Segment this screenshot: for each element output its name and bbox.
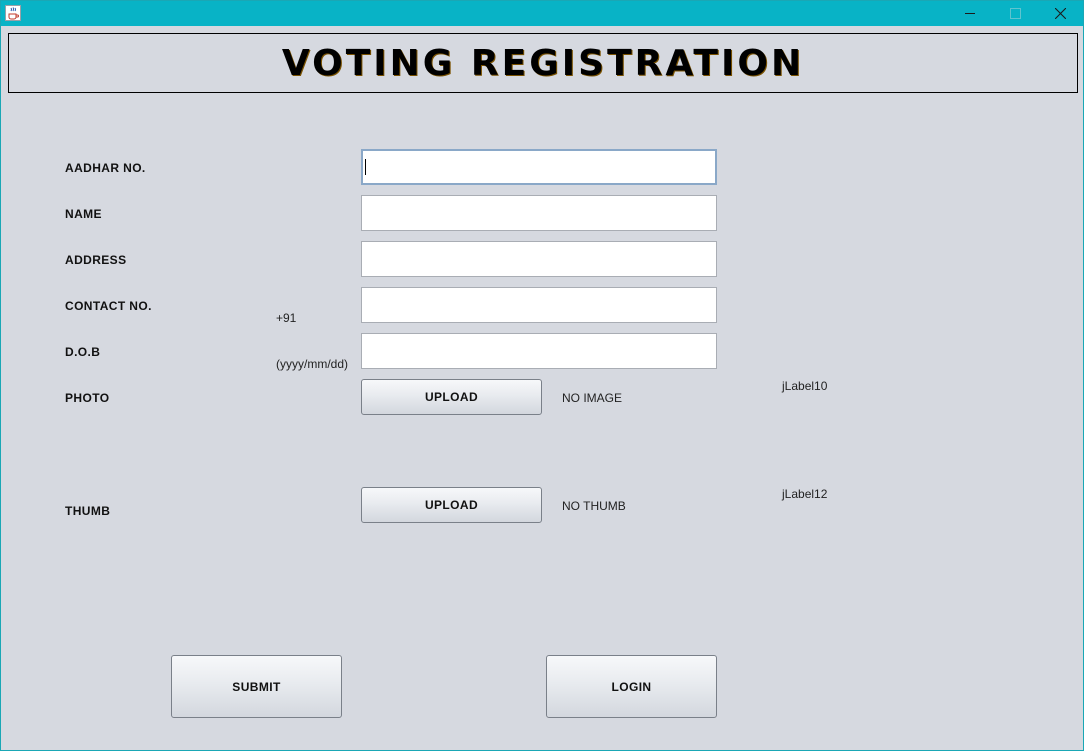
maximize-icon [1010, 8, 1021, 19]
login-button[interactable]: LOGIN [546, 655, 717, 718]
submit-button[interactable]: SUBMIT [171, 655, 342, 718]
title-bar[interactable] [1, 1, 1083, 26]
thumb-label: THUMB [65, 504, 111, 518]
maximize-button[interactable] [992, 1, 1038, 26]
text-caret [365, 159, 366, 175]
address-label: ADDRESS [65, 253, 127, 267]
registration-window: VOTING REGISTRATION AADHAR NO. NAME ADDR… [0, 0, 1084, 751]
close-button[interactable] [1037, 1, 1083, 26]
thumb-status: NO THUMB [562, 499, 626, 513]
photo-preview-label: jLabel10 [782, 379, 828, 393]
name-input[interactable] [361, 195, 717, 231]
aadhar-input[interactable] [361, 149, 717, 185]
header-panel: VOTING REGISTRATION [8, 33, 1078, 93]
java-coffee-cup-icon[interactable] [5, 5, 21, 21]
photo-upload-button[interactable]: UPLOAD [361, 379, 542, 415]
address-input[interactable] [361, 241, 717, 277]
photo-label: PHOTO [65, 391, 110, 405]
minimize-icon [965, 13, 975, 14]
aadhar-label: AADHAR NO. [65, 161, 146, 175]
minimize-button[interactable] [947, 1, 993, 26]
name-label: NAME [65, 207, 102, 221]
thumb-upload-button[interactable]: UPLOAD [361, 487, 542, 523]
page-title: VOTING REGISTRATION [281, 43, 805, 84]
close-icon [1055, 8, 1066, 19]
contact-input[interactable] [361, 287, 717, 323]
contact-country-code: +91 [276, 311, 297, 325]
dob-format-hint: (yyyy/mm/dd) [276, 357, 348, 371]
photo-status: NO IMAGE [562, 391, 623, 405]
dob-label: D.O.B [65, 345, 101, 359]
contact-label: CONTACT NO. [65, 299, 152, 313]
dob-input[interactable] [361, 333, 717, 369]
thumb-preview-label: jLabel12 [782, 487, 828, 501]
